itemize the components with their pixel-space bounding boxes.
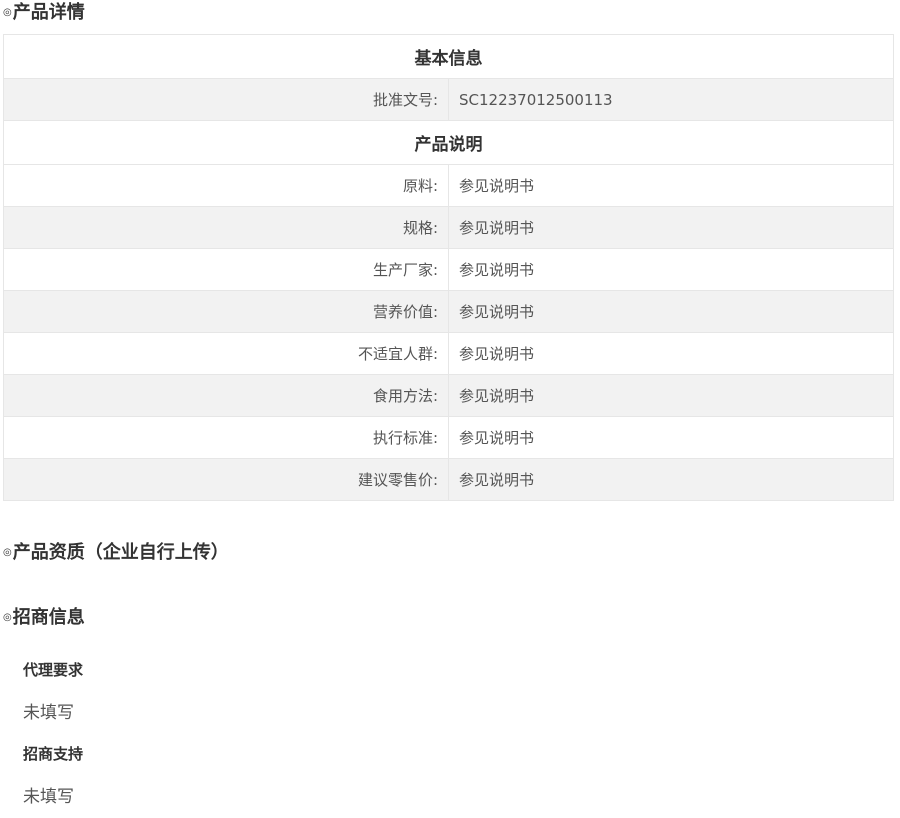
agent-requirements-title: 代理要求	[23, 661, 84, 679]
nutrition-value: 参见说明书	[448, 290, 894, 333]
table-row: 不适宜人群: 参见说明书	[3, 332, 894, 375]
spec-value: 参见说明书	[448, 206, 894, 249]
standard-value: 参见说明书	[448, 416, 894, 459]
product-qualifications-heading: ◎产品资质（企业自行上传）	[3, 540, 229, 566]
basic-info-header-row: 基本信息	[3, 34, 894, 79]
investment-support-title: 招商支持	[23, 745, 84, 763]
agent-requirements-value: 未填写	[23, 703, 74, 723]
bullet-icon: ◎	[3, 547, 12, 558]
table-row: 生产厂家: 参见说明书	[3, 248, 894, 291]
product-details-table: 基本信息 批准文号: SC12237012500113 产品说明 原料: 参见说…	[3, 34, 894, 501]
product-desc-heading: 产品说明	[3, 120, 894, 165]
bullet-icon: ◎	[3, 7, 12, 18]
table-row: 食用方法: 参见说明书	[3, 374, 894, 417]
usage-label: 食用方法:	[3, 374, 449, 417]
retail-price-value: 参见说明书	[448, 458, 894, 501]
table-row: 建议零售价: 参见说明书	[3, 458, 894, 501]
table-row: 规格: 参见说明书	[3, 206, 894, 249]
basic-info-heading: 基本信息	[3, 34, 894, 79]
unsuitable-group-value: 参见说明书	[448, 332, 894, 375]
product-details-title: 产品详情	[12, 2, 85, 23]
investment-info-title: 招商信息	[12, 607, 85, 628]
manufacturer-label: 生产厂家:	[3, 248, 449, 291]
bullet-icon: ◎	[3, 612, 12, 623]
investment-info-block: 代理要求 未填写 招商支持 未填写	[23, 650, 883, 818]
investment-support-value: 未填写	[23, 787, 74, 807]
ingredients-label: 原料:	[3, 164, 449, 207]
investment-info-heading: ◎招商信息	[3, 605, 85, 631]
unsuitable-group-label: 不适宜人群:	[3, 332, 449, 375]
approval-number-label: 批准文号:	[3, 78, 449, 121]
table-row: 营养价值: 参见说明书	[3, 290, 894, 333]
table-row: 执行标准: 参见说明书	[3, 416, 894, 459]
nutrition-label: 营养价值:	[3, 290, 449, 333]
manufacturer-value: 参见说明书	[448, 248, 894, 291]
product-qualifications-title: 产品资质（企业自行上传）	[12, 542, 229, 563]
product-desc-header-row: 产品说明	[3, 120, 894, 165]
table-row: 原料: 参见说明书	[3, 164, 894, 207]
product-details-heading: ◎产品详情	[3, 0, 85, 26]
usage-value: 参见说明书	[448, 374, 894, 417]
approval-number-value: SC12237012500113	[448, 78, 894, 121]
retail-price-label: 建议零售价:	[3, 458, 449, 501]
standard-label: 执行标准:	[3, 416, 449, 459]
table-row: 批准文号: SC12237012500113	[3, 78, 894, 121]
ingredients-value: 参见说明书	[448, 164, 894, 207]
spec-label: 规格:	[3, 206, 449, 249]
